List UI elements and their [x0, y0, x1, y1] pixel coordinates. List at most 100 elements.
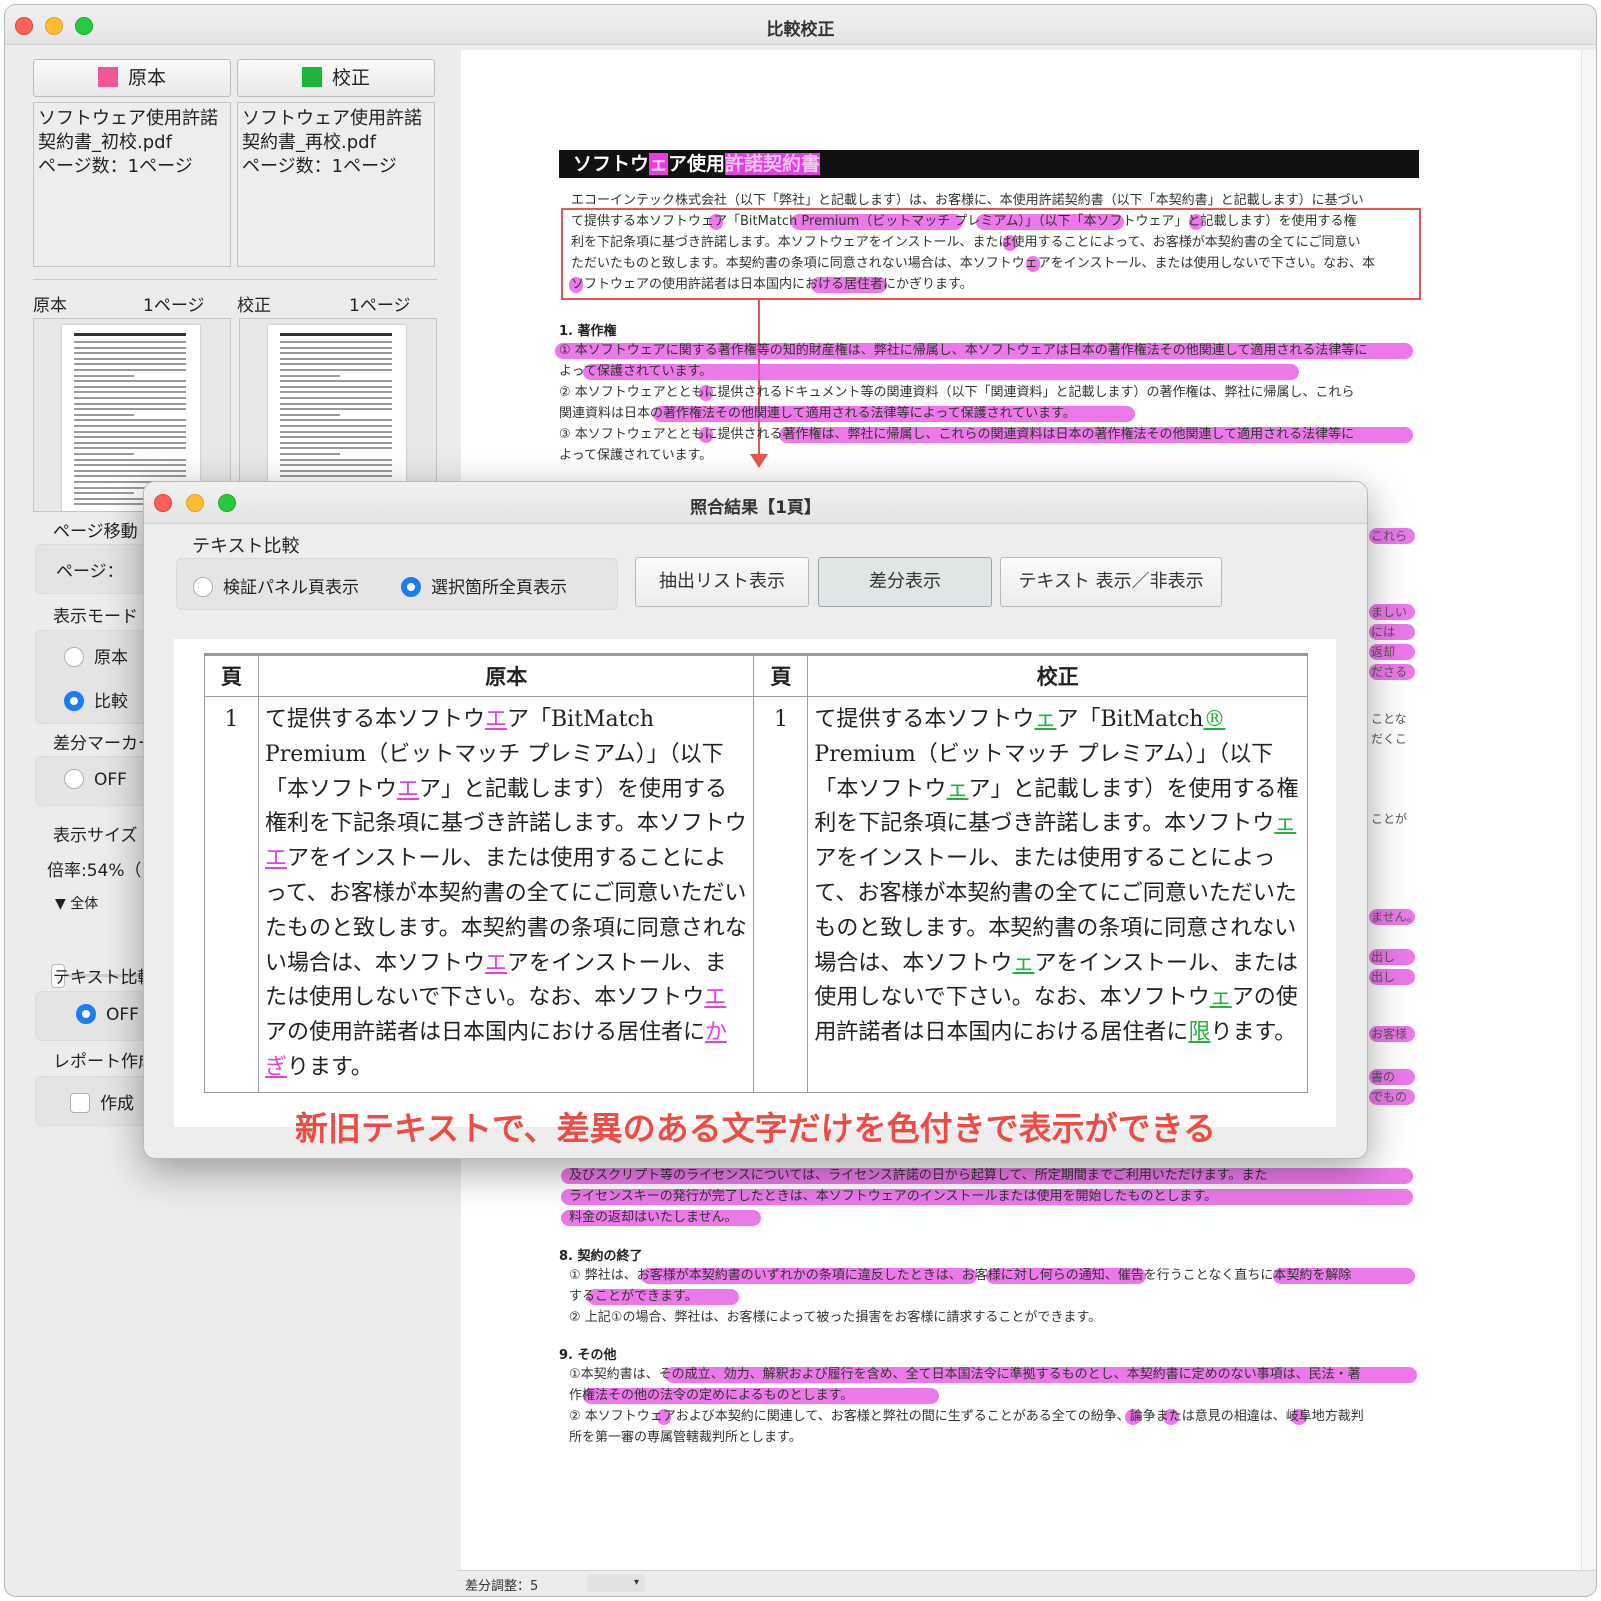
thumbnail-line — [280, 369, 392, 371]
thumbnail-line — [74, 352, 186, 355]
thumbnail-line — [74, 430, 186, 433]
text-segment: ります。 — [286, 1054, 373, 1080]
diff-char: ェ — [1034, 707, 1057, 732]
thumbnail-line — [74, 469, 186, 472]
document-text-line: ② 本ソフトウェアとともに提供されるドキュメント等の関連資料（以下「関連資料」と… — [559, 385, 1355, 400]
original-pages-count: 1ページ — [143, 296, 205, 316]
diff-display-button[interactable]: 差分表示 — [818, 557, 992, 607]
diff-adjust-dropdown[interactable]: ▾ — [587, 1574, 645, 1592]
original-text-cell: て提供する本ソフトウエア「BitMatch Premium（ビットマッチ プレミ… — [257, 696, 755, 1093]
report-create-checkbox[interactable]: 作成 — [70, 1089, 134, 1114]
document-text-fragment: だくこ — [1371, 732, 1408, 746]
section-heading: 8. 契約の終了 — [559, 1249, 643, 1264]
section-heading: 1. 著作権 — [559, 324, 617, 339]
thumbnail-line — [74, 419, 186, 422]
mode-original-radio[interactable]: 原本 — [64, 643, 128, 668]
thumbnail-line — [74, 363, 186, 366]
thumbnail-line — [74, 492, 134, 495]
diff-char: エ — [484, 950, 507, 976]
revised-info-line: ページ数：1ページ — [242, 156, 397, 177]
document-text-fragment: お客様 — [1371, 1027, 1408, 1041]
text-compare-off-radio[interactable]: OFF — [76, 1004, 139, 1025]
document-text-line: することができます。 — [569, 1289, 698, 1304]
thumbnail-line — [280, 341, 392, 343]
diff-char: ェ — [1209, 985, 1232, 1011]
document-text-fragment: ださる — [1371, 665, 1408, 679]
selection-box — [561, 208, 1421, 300]
thumbnail-line — [74, 458, 186, 461]
thumbnail-line — [280, 469, 392, 472]
thumbnail-line — [280, 346, 392, 349]
selected-all-pages-label: 選択箇所全頁表示 — [431, 578, 567, 598]
thumbnail-line — [74, 402, 186, 405]
thumbnail-line — [74, 413, 134, 416]
page-scope-group: 検証パネル頁表示 選択箇所全頁表示 — [176, 558, 618, 610]
document-text-fragment: 出し — [1371, 950, 1396, 964]
page-label: ページ： — [56, 562, 124, 582]
mode-compare-label: 比較 — [94, 692, 128, 712]
text-segment: ります。 — [1210, 1020, 1297, 1046]
text-segment: て提供する本ソフトウ — [814, 707, 1035, 732]
document-scrollbar[interactable] — [1581, 50, 1596, 1570]
text-segment: アの使用許諾者は日本国内における居住者に — [264, 1020, 705, 1046]
thumbnail-line — [280, 391, 392, 394]
document-text-line: ライセンスキーの発行が完了したときは、本ソフトウェアのインストールまたは使用を開… — [569, 1189, 1218, 1204]
text-compare-group: OFF — [35, 991, 155, 1041]
thumbnail-line — [280, 380, 392, 383]
diff-char: ェ — [946, 776, 969, 802]
thumbnail-line — [74, 453, 134, 455]
display-size-label: 表示サイズ — [53, 826, 138, 846]
title-bar: 比較校正 — [5, 5, 1596, 45]
document-text-line: 作権法その他の法令の定めによるものとします。 — [569, 1388, 854, 1403]
diff-char: 限 — [1188, 1020, 1211, 1046]
verify-panel-page-label: 検証パネル頁表示 — [223, 578, 359, 598]
diff-adjust-label: 差分調整：5 — [465, 1579, 539, 1594]
diff-char: エ — [264, 846, 287, 872]
thumbnail-line — [74, 441, 186, 444]
thumbnail-line — [280, 441, 392, 444]
thumbnail-line — [74, 380, 186, 383]
revised-tab-button[interactable]: 校正 — [237, 59, 435, 97]
document-text-fragment: 書の — [1371, 1070, 1396, 1084]
mode-original-label: 原本 — [94, 648, 128, 668]
original-tab-button[interactable]: 原本 — [33, 59, 231, 97]
document-text-line: 所を第一審の専属管轄裁判所とします。 — [569, 1430, 802, 1445]
thumbnail-line — [280, 464, 392, 467]
diff-char: エ — [396, 776, 419, 802]
thumbnail-line — [74, 475, 186, 478]
fit-dropdown[interactable]: ▼ 全体 — [55, 893, 98, 913]
original-file-info: ソフトウェア使用許諾 契約書_初校.pdf ページ数：1ページ — [33, 102, 231, 267]
table-row: 1 て提供する本ソフトウエア「BitMatch Premium（ビットマッチ プ… — [204, 696, 1308, 1093]
text-segment: ア「BitMatch — [1056, 707, 1204, 732]
comparison-table: 頁 原本 頁 校正 1 て提供する本ソフトウエア「BitMatch Premiu… — [204, 653, 1308, 1093]
mode-compare-radio[interactable]: 比較 — [64, 687, 128, 712]
selected-all-pages-radio[interactable]: 選択箇所全頁表示 — [401, 573, 567, 598]
text-compare-off-label: OFF — [106, 1005, 139, 1025]
document-text-fragment: でもの — [1371, 1090, 1408, 1104]
thumbnail-line — [280, 419, 392, 422]
original-page-cell: 1 — [204, 696, 259, 1093]
page-move-label: ページ移動 — [53, 522, 138, 542]
thumbnail-line — [280, 475, 392, 478]
thumbnail-line — [74, 408, 186, 411]
verify-panel-page-radio[interactable]: 検証パネル頁表示 — [193, 573, 359, 598]
document-text-line: 料金の返却はいたしません。 — [569, 1210, 738, 1225]
revised-pages-count: 1ページ — [349, 296, 411, 316]
thumbnail-line — [280, 430, 392, 433]
text-segment: て提供する本ソフトウ — [264, 707, 485, 732]
thumbnail-line — [74, 385, 186, 388]
diff-char: ェ — [1274, 811, 1297, 837]
text-compare-label: テキスト比較 — [53, 968, 155, 988]
diff-marker-off-radio[interactable]: OFF — [64, 769, 127, 790]
thumbnail-line — [280, 408, 392, 411]
document-text-line: 関連資料は日本の著作権法その他関連して適用される法律等によって保護されています。 — [559, 406, 1076, 421]
text-toggle-button[interactable]: テキスト 表示／非表示 — [1000, 557, 1222, 607]
revised-info-line: ソフトウェア使用許諾 — [242, 108, 422, 129]
document-text-line: ① 本ソフトウェアに関する著作権等の知的財産権は、弊社に帰属し、本ソフトウェアは… — [559, 343, 1368, 358]
thumbnail-line — [74, 447, 186, 450]
revised-pages-label: 校正 — [237, 296, 271, 316]
document-text-line: よって保護されています。 — [559, 364, 713, 379]
dialog-title: 照合結果【1頁】 — [690, 498, 821, 518]
extract-list-button[interactable]: 抽出リスト表示 — [635, 557, 809, 607]
document-text-line: ② 上記①の場合、弊社は、お客様によって被った損害をお客様に請求することができま… — [569, 1310, 1102, 1325]
